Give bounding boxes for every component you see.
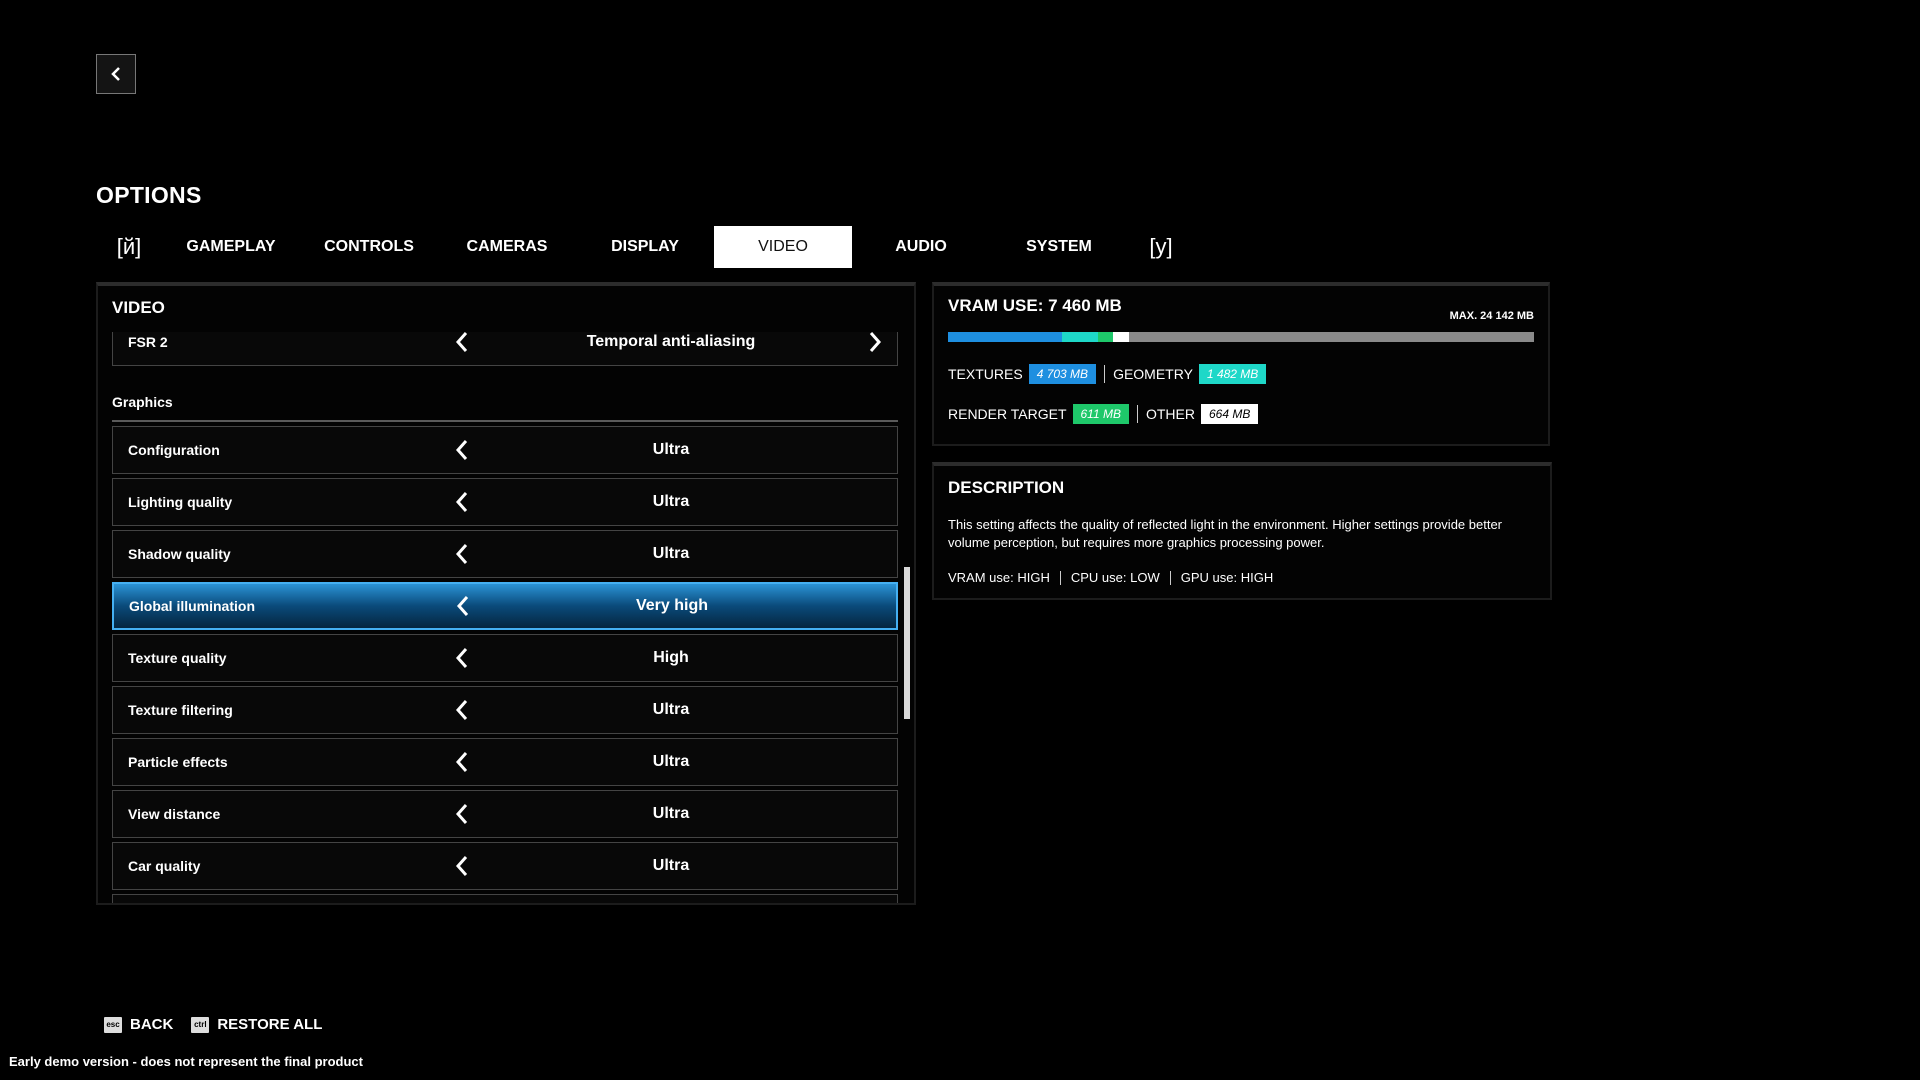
tab-audio[interactable]: AUDIO [852,226,990,268]
back-button[interactable] [96,54,136,94]
setting-value: Ultra [652,493,690,510]
arrow-left-icon[interactable] [453,750,471,774]
arrow-left-icon[interactable] [453,698,471,722]
footer-actions: esc BACK ctrl RESTORE ALL [104,1016,340,1033]
arrow-left-icon[interactable] [453,490,471,514]
esc-key-icon: esc [104,1016,122,1033]
tab-cameras[interactable]: CAMERAS [438,226,576,268]
arrow-right-icon[interactable] [866,332,884,354]
setting-label: View distance [128,806,221,822]
vram-bar-segment-render-target [1098,332,1113,342]
description-text: This setting affects the quality of refl… [948,517,1503,550]
cpu-use-label: CPU use: [1070,570,1127,585]
setting-value: Ultra [652,441,690,458]
description-panel: DESCRIPTION This setting affects the qua… [932,462,1552,600]
demo-disclaimer: Early demo version - does not represent … [9,1054,363,1069]
setting-label: Texture filtering [128,702,233,718]
setting-label: Configuration [128,442,220,458]
legend-label-render-target: RENDER TARGET [948,406,1067,422]
setting-row[interactable]: Shadow quality Ultra [112,530,898,578]
arrow-left-icon[interactable] [453,438,471,462]
setting-value: Very high [635,597,709,614]
tab-gameplay[interactable]: GAMEPLAY [162,226,300,268]
resource-usage: VRAM use: HIGH CPU use: LOW GPU use: HIG… [948,570,1273,585]
setting-value: High [653,649,689,666]
gpu-use-value: HIGH [1240,570,1274,585]
setting-row[interactable] [112,894,898,903]
setting-value: Ultra [652,701,690,718]
legend-value-textures: 4 703 MB [1028,364,1097,384]
vram-bar-segment-geometry [1062,332,1099,342]
legend-divider [1136,405,1138,423]
vram-use-label: VRAM use: [948,570,1014,585]
arrow-left-icon[interactable] [453,854,471,878]
chevron-left-icon [111,67,120,81]
panel-title: VIDEO [112,298,165,317]
setting-row[interactable]: Texture quality High [112,634,898,682]
arrow-left-icon[interactable] [453,542,471,566]
gpu-use-label: GPU use: [1180,570,1238,585]
back-action[interactable]: BACK [130,1016,173,1033]
setting-row[interactable]: Global illumination Very high [112,582,898,630]
usage-divider [1169,570,1171,585]
tab-video[interactable]: VIDEO [714,226,852,268]
tab-prev-key[interactable]: [й] [96,226,162,268]
section-label: Graphics [112,394,173,410]
video-settings-panel: VIDEO FSR 2 Temporal anti-aliasing Graph… [96,282,916,905]
setting-row[interactable]: Configuration Ultra [112,426,898,474]
tab-controls[interactable]: CONTROLS [300,226,438,268]
legend-divider [1104,365,1106,383]
setting-row[interactable]: Car quality Ultra [112,842,898,890]
legend-value-other: 664 MB [1200,404,1259,424]
tab-bar: [й] GAMEPLAY CONTROLS CAMERAS DISPLAY VI… [96,226,1194,268]
legend-label-other: OTHER [1145,406,1195,422]
setting-row[interactable]: View distance Ultra [112,790,898,838]
cpu-use-value: LOW [1130,570,1160,585]
usage-divider [1059,570,1061,585]
vram-bar-segment-textures [948,332,1063,342]
setting-label: Texture quality [128,650,227,666]
section-header-graphics: Graphics [112,370,898,426]
legend-label-geometry: GEOMETRY [1113,366,1193,382]
arrow-left-icon[interactable] [454,594,472,618]
description-title: DESCRIPTION [948,478,1065,497]
arrow-left-icon[interactable] [453,332,471,354]
vram-title: VRAM USE: 7 460 MB [948,296,1122,315]
vram-max: MAX. 24 142 MB [1449,310,1534,322]
setting-value: Ultra [652,857,690,874]
vram-legend-row-1: TEXTURES 4 703 MB GEOMETRY 1 482 MB [948,364,1274,384]
legend-value-render-target: 611 MB [1072,404,1129,424]
setting-label: Lighting quality [128,494,233,510]
tab-next-key[interactable]: [у] [1128,226,1194,268]
ctrl-key-icon: ctrl [191,1016,210,1033]
setting-row-fsr2[interactable]: FSR 2 Temporal anti-aliasing [112,332,898,366]
setting-label: FSR 2 [128,334,168,350]
setting-row[interactable]: Texture filtering Ultra [112,686,898,734]
legend-label-textures: TEXTURES [948,366,1023,382]
tab-display[interactable]: DISPLAY [576,226,714,268]
vram-panel: VRAM USE: 7 460 MB MAX. 24 142 MB TEXTUR… [932,282,1550,446]
setting-label: Global illumination [129,598,255,614]
arrow-left-icon[interactable] [453,802,471,826]
restore-all-action[interactable]: RESTORE ALL [217,1016,322,1033]
vram-use-value: HIGH [1017,570,1050,585]
setting-value: Ultra [652,753,690,770]
legend-value-geometry: 1 482 MB [1198,364,1267,384]
setting-row[interactable]: Particle effects Ultra [112,738,898,786]
setting-value: Ultra [652,545,690,562]
setting-row[interactable]: Lighting quality Ultra [112,478,898,526]
vram-bar-segment-other [1112,332,1130,342]
vram-usage-bar [948,332,1534,342]
settings-list: FSR 2 Temporal anti-aliasing Graphics Co… [112,332,898,903]
vram-legend-row-2: RENDER TARGET 611 MB OTHER 664 MB [948,404,1266,424]
arrow-left-icon[interactable] [453,646,471,670]
tab-system[interactable]: SYSTEM [990,226,1128,268]
setting-label: Particle effects [128,754,228,770]
setting-value: Ultra [652,805,690,822]
page-title: OPTIONS [96,182,202,208]
scrollbar-thumb[interactable] [904,567,910,719]
setting-label: Car quality [128,858,201,874]
setting-value: Temporal anti-aliasing [586,333,756,350]
setting-label: Shadow quality [128,546,231,562]
